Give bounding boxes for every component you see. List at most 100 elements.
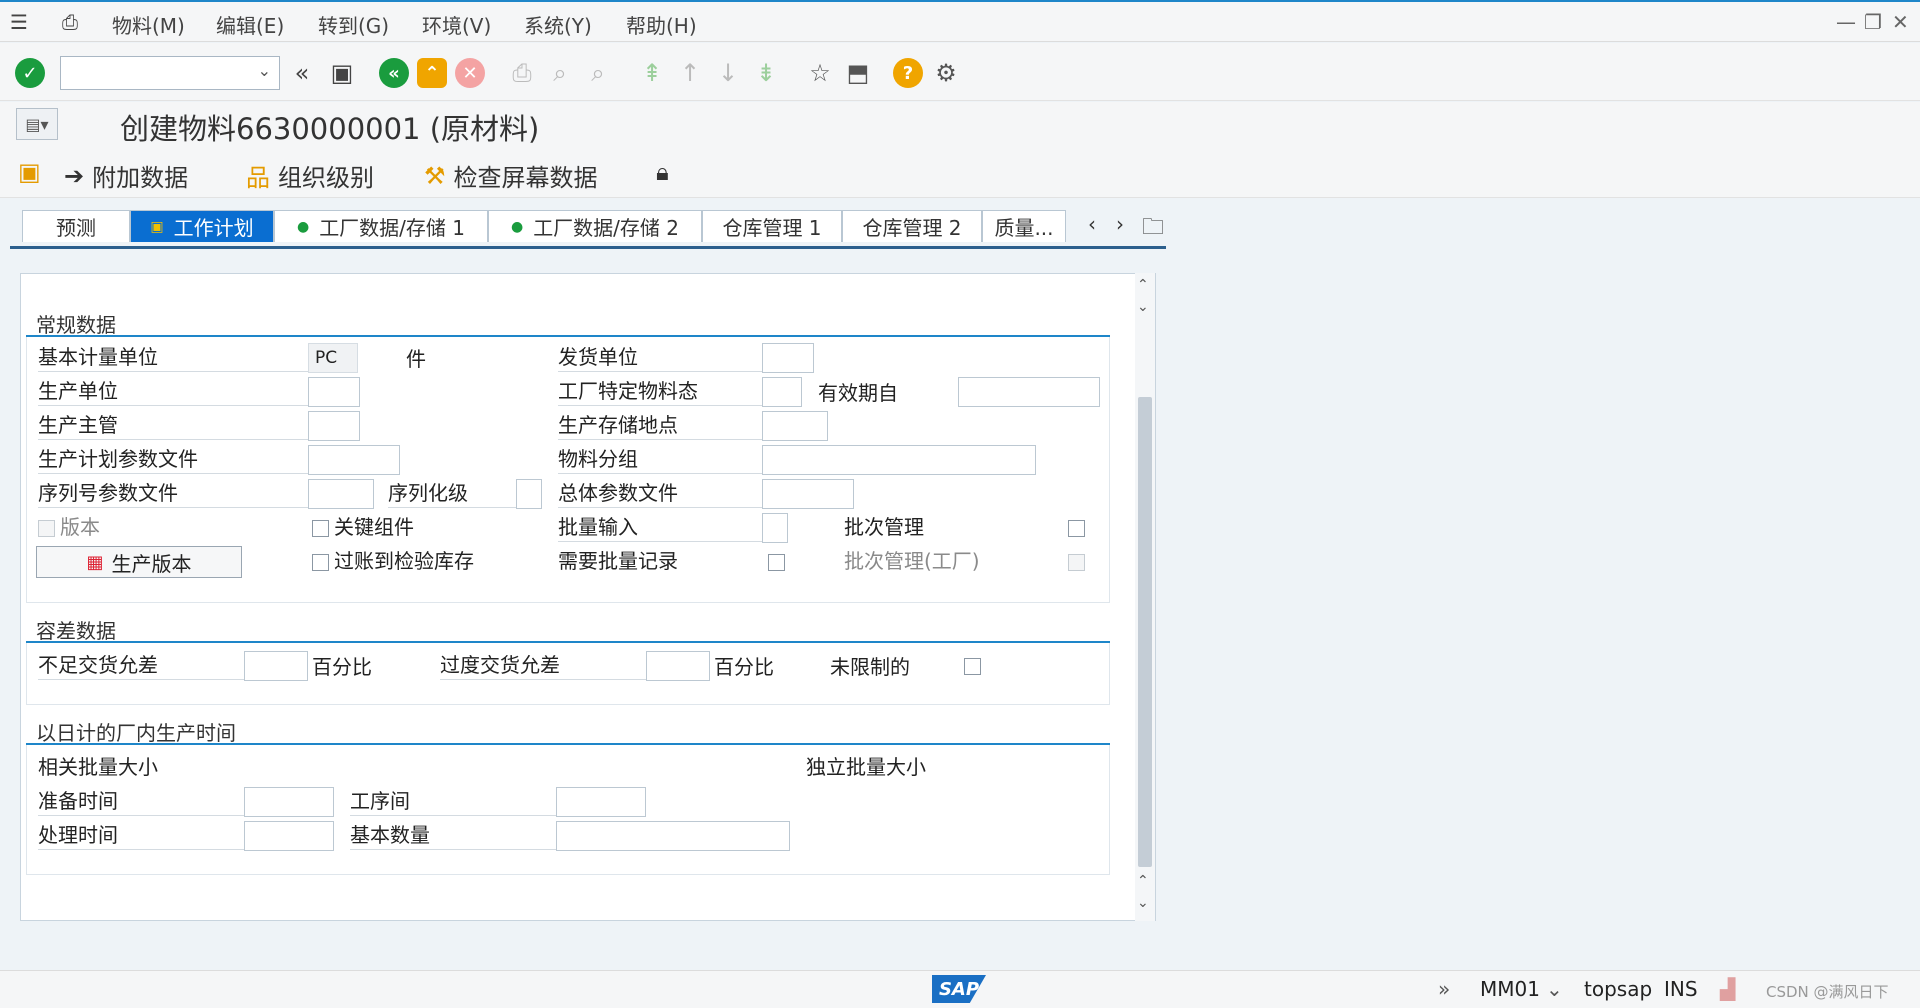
exit-icon[interactable]: ⌃	[416, 57, 448, 89]
sap-logo: SAP	[932, 975, 986, 1003]
prod-storage-input[interactable]	[762, 411, 828, 441]
underdelivery-input[interactable]	[244, 651, 308, 681]
setup-time-input[interactable]	[244, 787, 334, 817]
find-next-icon[interactable]: ⌕	[582, 57, 614, 89]
vertical-scrollbar[interactable]: ⌃ ⌄ ⌃ ⌄	[1135, 273, 1155, 921]
group-title-general: 常规数据	[36, 313, 116, 337]
views-icon: ▣	[18, 158, 41, 186]
command-field[interactable]: ⌄	[60, 56, 280, 90]
expand-status-icon[interactable]: »	[1438, 977, 1450, 1001]
prod-unit-label: 生产单位	[38, 378, 308, 406]
scroll-down-icon[interactable]: ⌄	[1137, 895, 1149, 911]
serial-profile-input[interactable]	[308, 479, 374, 509]
additional-data-button[interactable]: ➔ 附加数据	[64, 158, 188, 193]
close-icon[interactable]: ✕	[1892, 10, 1909, 34]
minimize-icon[interactable]: —	[1836, 10, 1856, 34]
prod-unit-input[interactable]	[308, 377, 360, 407]
restore-icon[interactable]: ❐	[1864, 10, 1882, 34]
status-bar: SAP » MM01 ⌄ topsap INS ▟ CSDN @满风日下	[0, 970, 1920, 1008]
tab-plant-storage-1[interactable]: ● 工厂数据/存储 1	[274, 210, 488, 242]
base-uom-field: PC	[308, 343, 358, 373]
tab-warehouse-2[interactable]: 仓库管理 2	[842, 210, 982, 242]
collapse-icon[interactable]: «	[286, 57, 318, 89]
serialization-input[interactable]	[516, 479, 542, 509]
shortcut-icon[interactable]: ⬒	[842, 57, 874, 89]
tab-scroll-right-icon[interactable]: ›	[1116, 212, 1124, 236]
processing-time-input[interactable]	[244, 821, 334, 851]
material-group-input[interactable]	[762, 445, 1036, 475]
settings-gear-icon[interactable]: ⚙	[930, 57, 962, 89]
save-icon[interactable]: ▣	[326, 57, 358, 89]
batch-entry-input[interactable]	[762, 513, 788, 543]
group-title-tolerance: 容差数据	[36, 619, 116, 643]
plant-status-input[interactable]	[762, 377, 802, 407]
next-page-icon[interactable]: ↓	[712, 57, 744, 89]
scroll-down-icon[interactable]: ⌄	[1137, 299, 1149, 315]
help-icon[interactable]: ?	[892, 57, 924, 89]
base-uom-label: 基本计量单位	[38, 344, 308, 372]
unlimited-checkbox[interactable]	[964, 658, 981, 675]
tab-quality[interactable]: 质量...	[982, 210, 1066, 242]
prod-profile-input[interactable]	[308, 445, 400, 475]
batch-mgmt-label: 批次管理	[844, 515, 924, 539]
batch-mgmt-plant-label: 批次管理(工厂)	[844, 549, 980, 573]
check-screen-button[interactable]: ⚒ 检查屏幕数据	[424, 158, 598, 193]
overdelivery-input[interactable]	[646, 651, 710, 681]
personalize-icon[interactable]: ⎙	[62, 10, 78, 34]
scroll-up-icon[interactable]: ⌃	[1137, 277, 1149, 293]
server-name: topsap	[1584, 977, 1653, 1001]
unlimited-label: 未限制的	[830, 655, 910, 679]
tab-list-icon[interactable]: 🗀︎	[1142, 210, 1164, 248]
views-button[interactable]: ▣	[18, 158, 41, 186]
overall-profile-input[interactable]	[762, 479, 854, 509]
tab-plant-storage-2[interactable]: ● 工厂数据/存储 2	[488, 210, 702, 242]
prod-version-button[interactable]: ▦ 生产版本	[36, 546, 242, 578]
first-page-icon[interactable]: ⇞	[636, 57, 668, 89]
previous-page-icon[interactable]: ↑	[674, 57, 706, 89]
back-icon[interactable]: «	[378, 57, 410, 89]
menu-edit[interactable]: 编辑(E)	[216, 10, 284, 39]
post-inspection-checkbox[interactable]	[312, 554, 329, 571]
lot-independent-label: 独立批量大小	[806, 755, 926, 779]
screen-menu-icon[interactable]: ▤▾	[16, 108, 58, 140]
status-ok-icon: ●	[510, 218, 524, 235]
batch-entry-label: 批量输入	[558, 514, 762, 542]
new-session-icon[interactable]: ☆	[804, 57, 836, 89]
tab-underline	[10, 246, 1166, 249]
menu-icon[interactable]: ☰	[10, 10, 28, 34]
input-mode[interactable]: INS	[1664, 977, 1698, 1001]
issue-unit-input[interactable]	[762, 343, 814, 373]
transaction-code[interactable]: MM01	[1480, 977, 1540, 1001]
chevron-down-icon[interactable]: ⌄	[258, 61, 271, 80]
tab-warehouse-1[interactable]: 仓库管理 1	[702, 210, 842, 242]
critical-part-label: 关键组件	[334, 515, 414, 539]
tab-scroll-left-icon[interactable]: ‹	[1088, 212, 1096, 236]
last-page-icon[interactable]: ⇟	[750, 57, 782, 89]
tab-forecast[interactable]: 预测	[22, 210, 130, 242]
menu-help[interactable]: 帮助(H)	[626, 10, 697, 39]
lock-icon[interactable]: 🔒︎	[656, 158, 669, 186]
menu-environment[interactable]: 环境(V)	[422, 10, 491, 39]
org-levels-button[interactable]: 品组织级别	[246, 158, 374, 193]
valid-from-input[interactable]	[958, 377, 1100, 407]
menu-material[interactable]: 物料(M)	[112, 10, 185, 39]
menu-system[interactable]: 系统(Y)	[524, 10, 592, 39]
batch-record-checkbox[interactable]	[768, 554, 785, 571]
find-icon[interactable]: ⌕	[544, 57, 576, 89]
batch-mgmt-checkbox[interactable]	[1068, 520, 1085, 537]
check-icon: ⚒	[424, 161, 446, 190]
chevron-down-icon[interactable]: ⌄	[1546, 977, 1563, 1001]
interoperation-input[interactable]	[556, 787, 646, 817]
tab-work-scheduling[interactable]: ▣ 工作计划	[130, 210, 274, 242]
scroll-up-icon[interactable]: ⌃	[1137, 873, 1149, 889]
critical-part-checkbox[interactable]	[312, 520, 329, 537]
cancel-icon[interactable]: ✕	[454, 57, 486, 89]
version-checkbox[interactable]	[38, 520, 55, 537]
enter-icon[interactable]: ✓	[14, 57, 46, 89]
menu-goto[interactable]: 转到(G)	[318, 10, 389, 39]
base-quantity-input[interactable]	[556, 821, 790, 851]
batch-mgmt-plant-checkbox[interactable]	[1068, 554, 1085, 571]
prod-supervisor-input[interactable]	[308, 411, 360, 441]
scroll-thumb[interactable]	[1138, 397, 1152, 867]
print-icon[interactable]: ⎙	[506, 57, 538, 89]
